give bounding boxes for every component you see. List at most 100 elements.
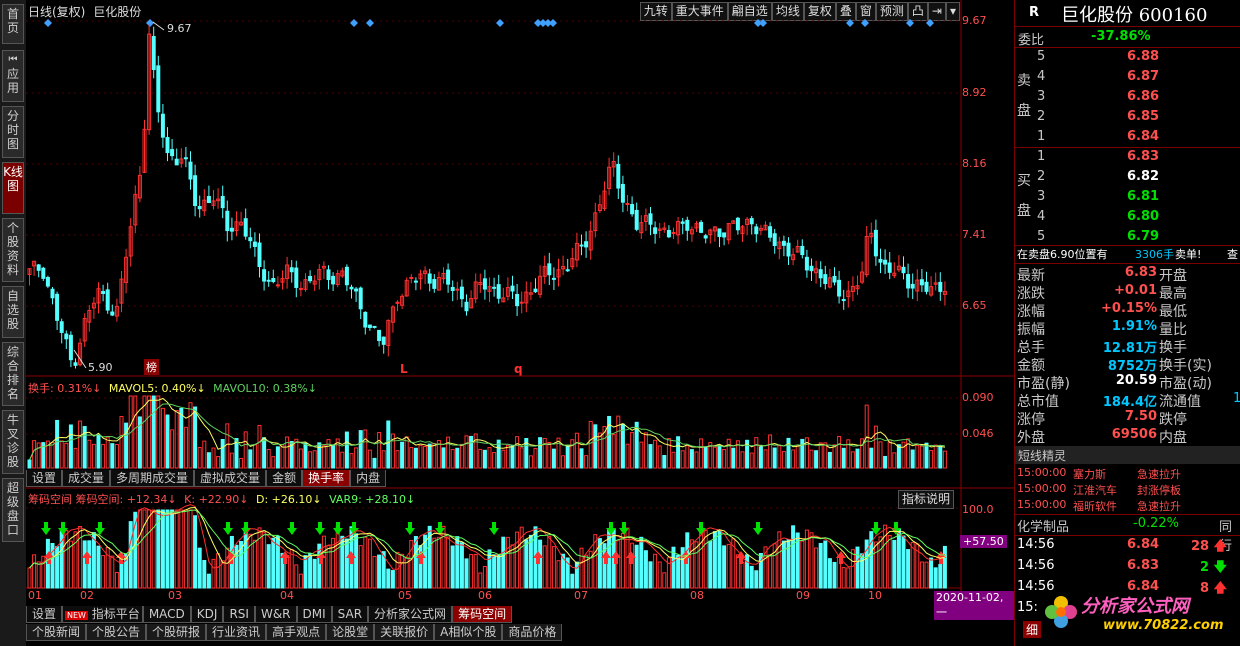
tick-row: 14:56 6.84 8 🡅 [1015, 579, 1240, 597]
price-axis-0: 9.67 [962, 14, 987, 27]
info-tab-commodity[interactable]: 商品价格 [502, 624, 563, 641]
notice-check[interactable]: 查 [1227, 246, 1238, 262]
bid-level: 1 [1037, 149, 1046, 164]
sell-arrow-icon [405, 522, 415, 535]
nav-minute-chart[interactable]: 分时图 [2, 106, 24, 158]
bid-row[interactable]: 5 6.79 [1015, 229, 1240, 247]
turnover-bar [588, 420, 593, 469]
turnover-bar [441, 447, 446, 469]
candle-body [510, 285, 515, 292]
info-tab-announce[interactable]: 个股公告 [86, 624, 147, 641]
info-tab-experts[interactable]: 高手观点 [266, 624, 327, 641]
rank-badge[interactable]: 榜 [144, 359, 159, 375]
turnover-bar [358, 430, 363, 469]
turnover-bar [331, 445, 336, 469]
turnover-bar [685, 445, 690, 469]
vtab-multi-period[interactable]: 多周期成交量 [110, 470, 195, 487]
stat-value: 6.83 [1124, 265, 1157, 280]
info-tab-related[interactable]: 关联报价 [374, 624, 435, 641]
stat-value-2: 10 [1233, 391, 1240, 406]
up-arrow-icon: 🡅 [1213, 581, 1227, 596]
info-tab-research[interactable]: 个股研报 [146, 624, 207, 641]
nav-level2[interactable]: 超级盘口 [2, 478, 24, 542]
itab-rsi[interactable]: RSI [223, 606, 255, 623]
candle-body [413, 280, 418, 283]
volume-tabs: 设置 成交量 多周期成交量 虚拟成交量 金额 换手率 内盘 [26, 470, 387, 487]
itab-fxj[interactable]: 分析家公式网 [368, 606, 453, 623]
price-axis-4: 6.65 [962, 299, 987, 312]
nav-home[interactable]: 首页 [2, 4, 24, 44]
vtab-virtual[interactable]: 虚拟成交量 [194, 470, 267, 487]
candle-body [786, 242, 791, 257]
candle-body [381, 336, 386, 345]
info-tab-forum[interactable]: 论股堂 [326, 624, 375, 641]
bid-row[interactable]: 1 6.83 [1015, 149, 1240, 167]
turnover-bar [211, 447, 216, 469]
info-tab-similar[interactable]: A相似个股 [434, 624, 503, 641]
kline-canvas[interactable] [26, 0, 1014, 646]
tick-volume: 8 🡅 [1200, 581, 1227, 596]
indicator-bar [938, 564, 943, 589]
itab-kdj[interactable]: KDJ [190, 606, 224, 623]
bid-price: 6.82 [1127, 169, 1160, 184]
vtab-turnover[interactable]: 换手率 [302, 470, 351, 487]
ask-row[interactable]: 1 6.84 [1015, 129, 1240, 147]
industry-row[interactable]: 化学制品 -0.22% 同行 [1015, 516, 1240, 554]
turnover-bar [73, 447, 78, 469]
vtab-inner[interactable]: 内盘 [350, 470, 387, 487]
price-axis-2: 8.16 [962, 157, 987, 170]
info-tab-industry[interactable]: 行业资讯 [206, 624, 267, 641]
nav-watchlist[interactable]: 自选股 [2, 286, 24, 338]
ask-row[interactable]: 2 6.85 [1015, 109, 1240, 127]
info-tab-news[interactable]: 个股新闻 [26, 624, 87, 641]
nav-ranking[interactable]: 综合排名 [2, 342, 24, 406]
nav-k-chart[interactable]: K线图 [2, 162, 24, 214]
candle-body [910, 283, 915, 289]
notice-row[interactable]: 在卖盘6.90位置有 3306手 卖单! 查 [1015, 246, 1240, 264]
ask-row[interactable]: 5 6.88 [1015, 49, 1240, 67]
nav-apps-label: 应用 [6, 67, 19, 95]
nav-diagnosis[interactable]: 牛叉诊股 [2, 410, 24, 474]
itab-wr[interactable]: W&R [254, 606, 297, 623]
stat-row: 最新 6.83 开盘 [1015, 265, 1240, 284]
indicator-bar [846, 567, 851, 589]
nav-stock-info[interactable]: 个股资料 [2, 218, 24, 282]
nav-apps[interactable]: ⏮ 应用 [2, 50, 24, 102]
indicator-value: +12.34↓ [126, 493, 177, 506]
itab-platform[interactable]: NEW 指标平台 [62, 606, 143, 623]
turnover-bar [68, 424, 73, 469]
indicator-help-button[interactable]: 指标说明 [898, 490, 955, 509]
itab-dmi[interactable]: DMI [296, 606, 332, 623]
candle-body [101, 291, 106, 294]
detail-tab[interactable]: 细 [1023, 621, 1042, 638]
turnover-bar [772, 447, 777, 469]
turnover-bar [570, 439, 575, 469]
turnover-bar [27, 459, 32, 469]
ask-row[interactable]: 3 6.86 [1015, 89, 1240, 107]
month-label: 01 [28, 589, 42, 602]
turnover-bar [887, 439, 892, 469]
indicator-bar [542, 545, 547, 589]
vtab-volume[interactable]: 成交量 [62, 470, 111, 487]
vtab-amount[interactable]: 金额 [266, 470, 303, 487]
ask-row[interactable]: 4 6.87 [1015, 69, 1240, 87]
down-arrow-icon: 🡇 [1213, 560, 1227, 575]
mark-q[interactable]: q [514, 362, 523, 376]
ask-price: 6.84 [1127, 129, 1160, 144]
itab-settings[interactable]: 设置 [26, 606, 63, 623]
indicator-bar [344, 538, 349, 589]
turnover-bar [671, 451, 676, 469]
itab-chip-space[interactable]: 筹码空间 [452, 606, 513, 623]
turnover-bar [763, 449, 768, 469]
bid-row[interactable]: 4 6.80 [1015, 209, 1240, 227]
bid-row[interactable]: 2 6.82 [1015, 169, 1240, 187]
short-item[interactable]: 15:00:00 福昕软件 急速拉升 [1015, 498, 1240, 516]
itab-macd[interactable]: MACD [142, 606, 191, 623]
divider [1015, 147, 1240, 148]
mark-l[interactable]: L [400, 362, 408, 376]
itab-sar[interactable]: SAR [331, 606, 369, 623]
vtab-settings[interactable]: 设置 [26, 470, 63, 487]
stat-row: 金额 8752万 换手(实) [1015, 355, 1240, 374]
bid-row[interactable]: 3 6.81 [1015, 189, 1240, 207]
candle-body [151, 36, 156, 71]
